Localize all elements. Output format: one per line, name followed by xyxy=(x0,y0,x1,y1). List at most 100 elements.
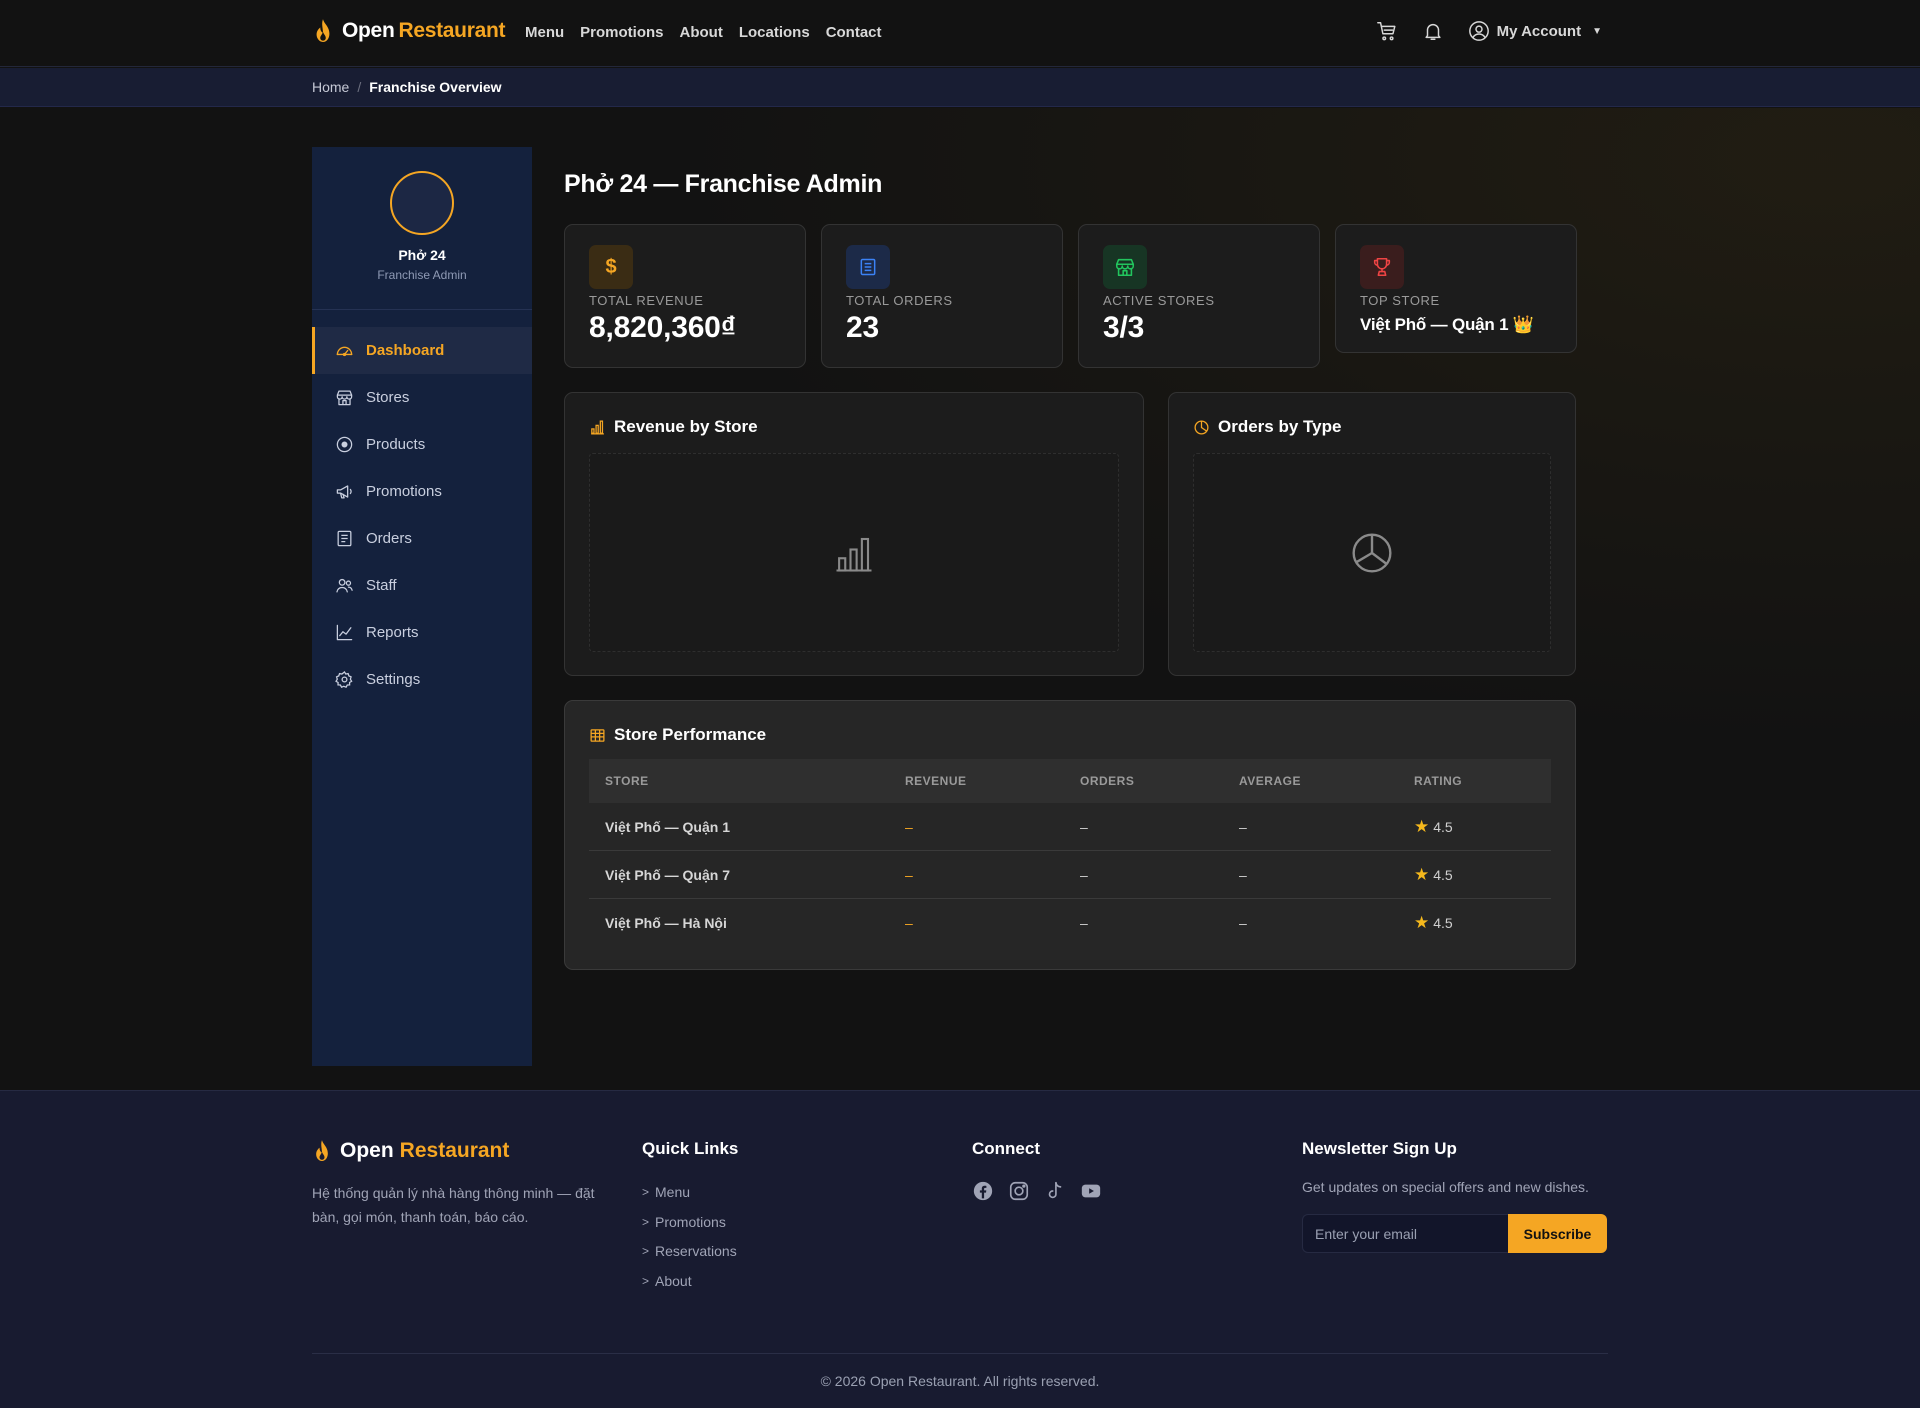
cell-store: Việt Phố — Quận 1 xyxy=(605,818,730,835)
nav-locations-link[interactable]: Locations xyxy=(739,24,810,41)
card-title-text: Revenue by Store xyxy=(614,417,758,436)
cell-orders: – xyxy=(1080,914,1088,931)
cell-store: Việt Phố — Quận 7 xyxy=(605,866,730,883)
sidebar-item-dashboard[interactable]: Dashboard xyxy=(312,327,532,374)
chevron-right-icon: > xyxy=(642,1273,650,1288)
newsletter-form: Subscribe xyxy=(1302,1214,1607,1253)
sidebar-item-label: Products xyxy=(366,436,426,453)
breadcrumb-separator: / xyxy=(357,79,362,95)
stat-label: TOTAL REVENUE xyxy=(589,293,704,308)
stat-value: 8,820,360₫ xyxy=(589,311,736,344)
column-header-revenue[interactable]: REVENUE xyxy=(889,759,1064,803)
copyright: © 2026 Open Restaurant. All rights reser… xyxy=(820,1373,1100,1389)
table-row[interactable]: Việt Phố — Quận 7 – – – ★ 4.5 xyxy=(589,851,1551,899)
stat-card-top-store: TOP STORE Việt Phố — Quận 1 👑 xyxy=(1335,224,1577,353)
subscribe-button[interactable]: Subscribe xyxy=(1508,1214,1607,1253)
instagram-icon[interactable] xyxy=(1008,1180,1030,1202)
column-header-average[interactable]: AVERAGE xyxy=(1223,759,1398,803)
star-icon: ★ xyxy=(1414,864,1430,884)
footer-link-menu[interactable]: > Menu xyxy=(642,1177,737,1207)
sidebar-item-staff[interactable]: Staff xyxy=(312,562,532,609)
sidebar-item-settings[interactable]: Settings xyxy=(312,656,532,703)
sidebar-item-label: Stores xyxy=(366,389,410,406)
card-title-text: Orders by Type xyxy=(1218,417,1342,436)
receipt-icon xyxy=(846,245,890,289)
sidebar-item-label: Promotions xyxy=(366,483,442,500)
sidebar-item-reports[interactable]: Reports xyxy=(312,609,532,656)
flame-icon xyxy=(316,1140,328,1161)
sidebar-item-label: Reports xyxy=(366,624,419,641)
newsletter-title: Newsletter Sign Up xyxy=(1302,1139,1457,1158)
tiktok-icon[interactable] xyxy=(1044,1180,1066,1202)
table-row[interactable]: Việt Phố — Hà Nội – – – ★ 4.5 xyxy=(589,899,1551,947)
stat-card-revenue: $ TOTAL REVENUE 8,820,360₫ xyxy=(564,224,806,368)
card-title: Revenue by Store xyxy=(589,417,758,437)
stat-label: TOP STORE xyxy=(1360,293,1440,308)
sidebar-item-products[interactable]: Products xyxy=(312,421,532,468)
footer-brand-open: Open xyxy=(340,1139,394,1162)
brand-logo[interactable]: Open Restaurant xyxy=(312,18,505,44)
store-performance-table: STORE REVENUE ORDERS AVERAGE RATING Việt… xyxy=(589,759,1551,946)
stat-value: 3/3 xyxy=(1103,311,1145,344)
stat-label: TOTAL ORDERS xyxy=(846,293,953,308)
footer-link-promotions[interactable]: > Promotions xyxy=(642,1207,737,1237)
cell-revenue: – xyxy=(905,866,913,883)
table-row[interactable]: Việt Phố — Quận 1 – – – ★ 4.5 xyxy=(589,803,1551,851)
user-circle-icon xyxy=(1468,21,1489,41)
footer-link-label: Menu xyxy=(655,1183,691,1200)
nav-about-link[interactable]: About xyxy=(680,24,723,41)
email-field[interactable] xyxy=(1302,1214,1508,1253)
sidebar-item-label: Staff xyxy=(366,577,397,594)
revenue-chart-area xyxy=(589,453,1119,652)
store-icon xyxy=(336,390,353,406)
sidebar-menu: Dashboard Stores Products Promotions Ord… xyxy=(312,327,532,703)
brand-name-open: Open xyxy=(342,19,395,42)
stat-card-orders: TOTAL ORDERS 23 xyxy=(821,224,1063,368)
sidebar: Phở 24 Franchise Admin Dashboard Stores … xyxy=(312,147,532,1066)
card-title: Orders by Type xyxy=(1193,417,1341,437)
cell-revenue: – xyxy=(905,914,913,931)
account-menu[interactable]: My Account ▼ xyxy=(1468,20,1602,42)
newsletter-text: Get updates on special offers and new di… xyxy=(1302,1179,1589,1195)
column-header-orders[interactable]: ORDERS xyxy=(1064,759,1223,803)
pie-chart-placeholder-icon xyxy=(1352,532,1392,573)
sidebar-item-label: Orders xyxy=(366,530,412,547)
table-header-row: STORE REVENUE ORDERS AVERAGE RATING xyxy=(589,759,1551,803)
breadcrumb-current: Franchise Overview xyxy=(369,79,502,95)
sidebar-item-stores[interactable]: Stores xyxy=(312,374,532,421)
dollar-icon: $ xyxy=(589,245,633,289)
column-header-store[interactable]: STORE xyxy=(589,759,889,803)
bell-icon[interactable] xyxy=(1422,20,1444,42)
chart-line-icon xyxy=(336,624,353,641)
footer-brand[interactable]: Open Restaurant xyxy=(312,1139,509,1163)
orders-by-type-card: Orders by Type xyxy=(1168,392,1576,676)
stat-value: 23 xyxy=(846,311,879,344)
chevron-down-icon: ▼ xyxy=(1592,25,1602,37)
cell-store: Việt Phố — Hà Nội xyxy=(605,914,727,931)
main-nav: Menu Promotions About Locations Contact xyxy=(525,24,882,41)
dashboard-icon xyxy=(336,346,353,357)
chevron-right-icon: > xyxy=(642,1184,650,1199)
nav-promotions-link[interactable]: Promotions xyxy=(580,24,663,41)
star-icon: ★ xyxy=(1414,912,1430,932)
quick-links-title: Quick Links xyxy=(642,1139,739,1158)
footer-link-reservations[interactable]: > Reservations xyxy=(642,1236,737,1266)
facebook-icon[interactable] xyxy=(972,1180,994,1202)
cart-icon[interactable] xyxy=(1376,20,1398,42)
youtube-icon[interactable] xyxy=(1080,1180,1102,1202)
pie-chart-icon xyxy=(1194,419,1209,435)
sidebar-divider xyxy=(312,309,532,310)
stat-card-active-stores: ACTIVE STORES 3/3 xyxy=(1078,224,1320,368)
sidebar-item-promotions[interactable]: Promotions xyxy=(312,468,532,515)
breadcrumb-home[interactable]: Home xyxy=(312,79,349,95)
social-links xyxy=(972,1180,1102,1202)
sidebar-org-name: Phở 24 xyxy=(398,247,446,263)
card-title: Store Performance xyxy=(589,725,766,745)
sidebar-item-label: Dashboard xyxy=(366,342,445,359)
sidebar-item-orders[interactable]: Orders xyxy=(312,515,532,562)
nav-contact-link[interactable]: Contact xyxy=(826,24,882,41)
footer-link-about[interactable]: > About xyxy=(642,1266,737,1296)
nav-menu-link[interactable]: Menu xyxy=(525,24,564,41)
star-icon: ★ xyxy=(1414,816,1430,836)
column-header-rating[interactable]: RATING xyxy=(1398,759,1551,803)
